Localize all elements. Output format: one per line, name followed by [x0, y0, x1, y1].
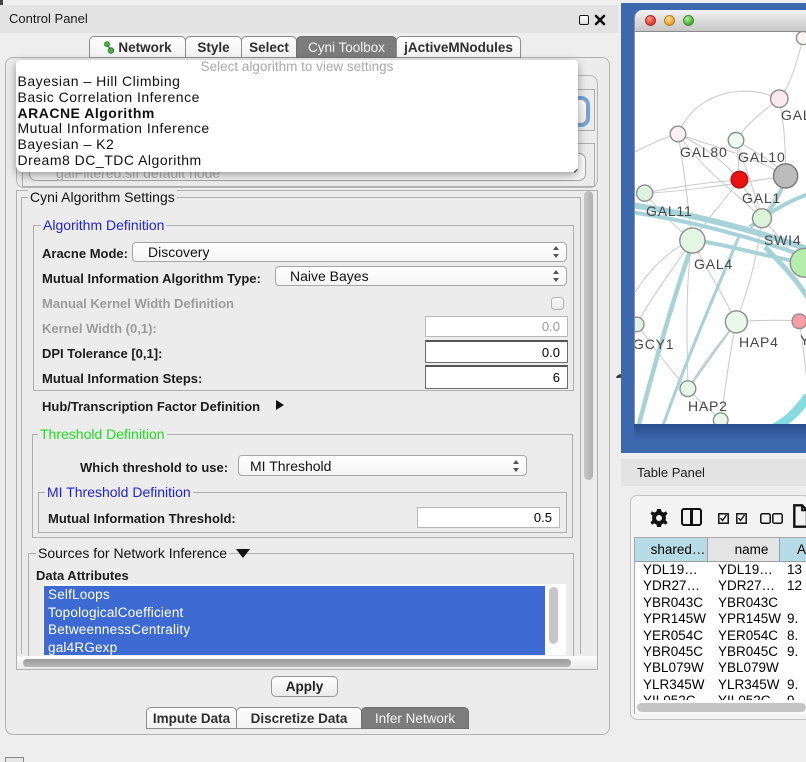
svg-text:HAP2: HAP2 [688, 398, 728, 414]
svg-text:SWI4: SWI4 [764, 232, 801, 248]
svg-text:GAL80: GAL80 [680, 144, 728, 160]
svg-text:GCY1: GCY1 [635, 336, 674, 352]
svg-text:GAL11: GAL11 [646, 203, 693, 219]
svg-text:GAL1: GAL1 [742, 190, 781, 206]
svg-text:HAP4: HAP4 [739, 334, 779, 350]
svg-text:GAL: GAL [781, 107, 806, 123]
svg-text:GAL4: GAL4 [694, 256, 733, 272]
svg-text:Y: Y [800, 332, 806, 348]
svg-text:GAL10: GAL10 [738, 149, 786, 165]
